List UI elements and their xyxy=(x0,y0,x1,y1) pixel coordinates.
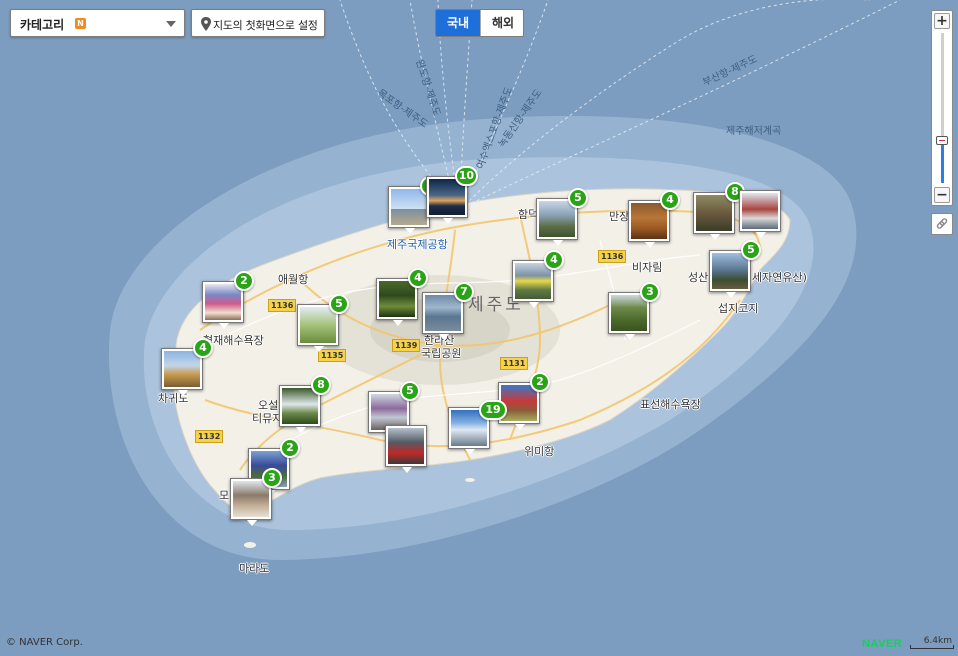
photo-marker[interactable]: 2 xyxy=(202,271,254,329)
tab-domestic[interactable]: 국내 xyxy=(436,10,480,36)
label-undersea-valley: 제주해저계곡 xyxy=(726,126,782,137)
photo-count-badge: 4 xyxy=(544,250,564,270)
photo-count-badge: 5 xyxy=(400,381,420,401)
photo-marker[interactable]: 5 xyxy=(536,188,588,246)
share-link-button[interactable] xyxy=(931,213,953,235)
category-dropdown[interactable]: 카테고리 N xyxy=(10,9,185,37)
label-wimi-port: 위미항 xyxy=(524,445,555,458)
photo-marker[interactable]: 5 xyxy=(709,240,761,298)
photo-count-badge: 3 xyxy=(262,468,282,488)
zoom-slider-handle[interactable] xyxy=(936,136,948,145)
road-number-1139: 1139 xyxy=(392,339,421,352)
tab-overseas[interactable]: 해외 xyxy=(480,10,523,36)
photo-marker[interactable]: 4 xyxy=(161,338,213,396)
zoom-in-button[interactable]: + xyxy=(934,13,950,29)
photo-count-badge: 2 xyxy=(234,271,254,291)
photo-marker[interactable]: 4 xyxy=(388,176,440,234)
photo-marker[interactable]: 4 xyxy=(376,268,428,326)
label-bijarim: 비자림 xyxy=(632,261,663,274)
photo-count-badge: 8 xyxy=(311,375,331,395)
map-background[interactable] xyxy=(0,0,958,656)
label-marado: 마라도 xyxy=(239,562,270,575)
link-icon xyxy=(936,218,948,229)
label-tiyu: 티뮤지 xyxy=(252,412,283,425)
photo-marker[interactable] xyxy=(739,190,781,238)
label-seongsan: 성산 xyxy=(688,271,709,284)
label-aewol-port: 애월항 xyxy=(278,273,309,286)
label-mo: 모 xyxy=(219,489,230,502)
photo-marker[interactable] xyxy=(385,425,427,473)
photo-marker[interactable]: 10 xyxy=(426,166,478,224)
category-label: 카테고리 xyxy=(20,18,65,32)
zoom-out-button[interactable]: − xyxy=(934,187,950,203)
chevron-down-icon xyxy=(166,21,176,27)
label-seongsan-suffix: 세자연유산) xyxy=(752,271,807,284)
zoom-level-fill xyxy=(941,139,944,183)
photo-count-badge: 5 xyxy=(741,240,761,260)
photo-marker[interactable]: 4 xyxy=(512,250,564,308)
new-badge: N xyxy=(75,18,86,29)
photo-count-badge: 7 xyxy=(454,282,474,302)
reset-initial-view-button[interactable]: 지도의 첫화면으로 설정 xyxy=(191,9,325,37)
label-pyoseon-beach: 표선해수욕장 xyxy=(640,398,701,411)
photo-marker[interactable]: 4 xyxy=(628,190,680,248)
map-pin-icon xyxy=(201,17,211,31)
photo-marker[interactable]: 7 xyxy=(422,282,474,340)
photo-marker[interactable]: 5 xyxy=(297,294,349,352)
label-jeju-airport: 제주국제공항 xyxy=(387,238,448,251)
label-national-park: 국립공원 xyxy=(421,347,462,360)
photo-count-badge: 5 xyxy=(568,188,588,208)
photo-marker[interactable]: 3 xyxy=(230,468,282,526)
photo-count-badge: 2 xyxy=(530,372,550,392)
zoom-control: + − xyxy=(931,10,953,206)
scale-bar xyxy=(910,645,954,649)
photo-count-badge: 19 xyxy=(479,400,507,420)
photo-count-badge: 4 xyxy=(408,268,428,288)
label-seopjikoji: 섭지코지 xyxy=(718,302,759,315)
photo-marker[interactable]: 8 xyxy=(279,375,331,433)
map-scale: 6.4km xyxy=(910,636,956,649)
photo-marker[interactable]: 3 xyxy=(608,282,660,340)
photo-marker[interactable]: 8 xyxy=(693,182,745,240)
photo-marker[interactable]: 19 xyxy=(448,400,507,455)
road-number-1132: 1132 xyxy=(195,430,224,443)
photo-count-badge: 3 xyxy=(640,282,660,302)
road-number-1136-west: 1136 xyxy=(268,299,297,312)
photo-count-badge: 10 xyxy=(454,166,478,186)
photo-count-badge: 4 xyxy=(193,338,213,358)
road-number-1136-east: 1136 xyxy=(598,250,627,263)
photo-count-badge: 5 xyxy=(329,294,349,314)
region-tabs: 국내 해외 xyxy=(435,9,524,37)
label-manjang: 만장 xyxy=(609,210,630,223)
reset-initial-view-label: 지도의 첫화면으로 설정 xyxy=(213,19,318,32)
road-number-1131: 1131 xyxy=(500,357,529,370)
copyright-text: © NAVER Corp. xyxy=(6,637,83,648)
photo-count-badge: 4 xyxy=(660,190,680,210)
naver-logo: NAVER xyxy=(862,638,903,650)
photo-count-badge: 2 xyxy=(280,438,300,458)
